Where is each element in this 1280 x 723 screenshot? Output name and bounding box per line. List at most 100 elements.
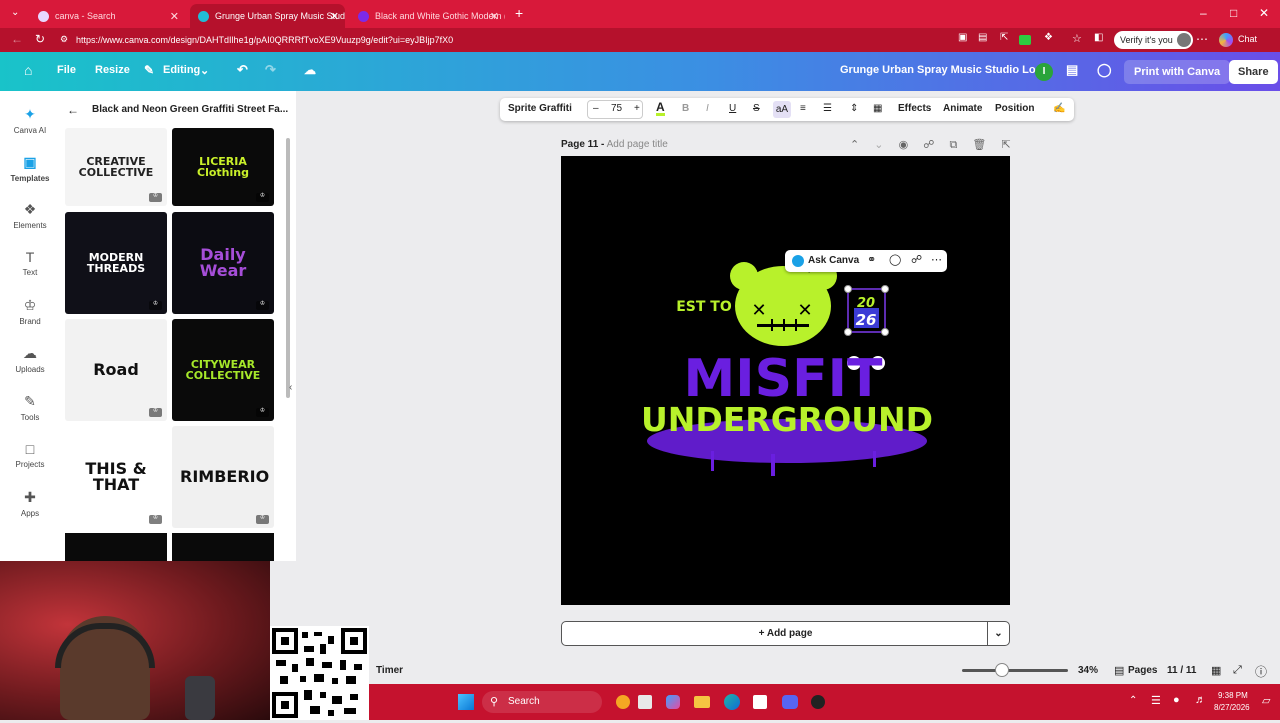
copy-style-icon[interactable]: ✍ [1053, 103, 1065, 114]
hide-page-icon[interactable]: ◉ [899, 139, 909, 151]
verify-profile-button[interactable]: Verify it's you [1114, 31, 1193, 49]
font-size-decrease[interactable]: – [593, 103, 599, 114]
clock-time[interactable]: 9:38 PM [1218, 691, 1248, 700]
rail-item-uploads[interactable]: ☁ Uploads [0, 345, 60, 374]
print-with-canva-button[interactable]: Print with Canva [1124, 60, 1231, 84]
tab-list-icon[interactable]: ⌄ [11, 7, 19, 18]
maximize-icon[interactable]: □ [1230, 6, 1237, 20]
undo-icon[interactable]: ↶ [237, 62, 248, 78]
strikethrough-icon[interactable]: S [753, 103, 760, 114]
lock-page-icon[interactable]: ☍ [923, 139, 934, 151]
panel-scrollbar[interactable] [286, 138, 290, 398]
add-page-icon[interactable]: ⇱ [1001, 139, 1010, 151]
ask-canva-button[interactable]: Ask Canva [808, 255, 859, 266]
close-tab-icon[interactable]: ✕ [490, 10, 499, 23]
app-icon-1[interactable] [616, 695, 630, 709]
copilot-taskbar-icon[interactable] [666, 695, 680, 709]
notifications-icon[interactable]: ▱ [1262, 694, 1270, 707]
align-center-icon[interactable]: ≡ [800, 103, 806, 114]
rail-item-elements[interactable]: ❖ Elements [0, 201, 60, 230]
duplicate-page-icon[interactable]: ⧉ [949, 139, 957, 151]
extension-green-icon[interactable] [1019, 35, 1031, 45]
spacing-icon[interactable]: ⇕ [850, 103, 858, 114]
lock-icon[interactable]: ☍ [911, 253, 922, 266]
file-menu[interactable]: File [57, 64, 76, 76]
rail-item-brand[interactable]: ♔ Brand [0, 297, 60, 326]
design-canvas[interactable]: ✕ ✕ EST TO 20 26 MISFIT UNDERGROUND Ask … [561, 156, 1010, 605]
taskbar-search[interactable]: ⚲ Search [482, 691, 602, 713]
redo-icon[interactable]: ↷ [265, 62, 276, 78]
browser-tab[interactable]: Black and White Gothic Modern (✕ [350, 4, 505, 28]
underline-icon[interactable]: U [729, 103, 736, 114]
rail-item-templates[interactable]: ▣ Templates [0, 154, 60, 183]
template-thumbnail[interactable]: RIMBERIO ♔ [172, 426, 274, 528]
store-icon[interactable] [753, 695, 767, 709]
discord-icon[interactable] [782, 695, 798, 709]
mic-icon[interactable]: ● [1173, 694, 1180, 706]
network-icon[interactable]: ☰ [1151, 694, 1161, 707]
animate-button[interactable]: Animate [943, 103, 982, 114]
copilot-icon[interactable] [1219, 33, 1233, 47]
rail-item-projects[interactable]: □ Projects [0, 441, 60, 469]
zoom-slider-knob[interactable] [995, 663, 1009, 677]
template-thumbnail[interactable]: CREATIVE COLLECTIVE ♔ [65, 128, 167, 206]
delete-page-icon[interactable]: 🗑 [972, 139, 986, 151]
share-page-icon[interactable]: ⇱ [1000, 32, 1008, 43]
rail-item-apps[interactable]: ✚ Apps [0, 489, 60, 518]
reader-icon[interactable]: ▤ [978, 32, 987, 43]
year-bottom-text[interactable]: 26 [856, 311, 877, 329]
pages-button[interactable]: Pages [1128, 665, 1157, 676]
close-tab-icon[interactable]: ✕ [170, 10, 179, 23]
grid-view-icon[interactable]: ▦ [1211, 664, 1221, 677]
timer-button[interactable]: Timer [376, 665, 403, 676]
year-top-text[interactable]: 20 [857, 296, 875, 311]
italic-icon[interactable]: I [706, 103, 709, 114]
reload-icon[interactable]: ↻ [35, 32, 45, 46]
position-button[interactable]: Position [995, 103, 1034, 114]
template-thumbnail[interactable]: THIS & THAT ♔ [65, 426, 167, 528]
edge-icon[interactable] [724, 694, 740, 710]
split-view-icon[interactable]: ◧ [1094, 32, 1103, 43]
user-avatar[interactable]: I [1035, 63, 1053, 81]
move-up-icon[interactable]: ⌃ [850, 139, 859, 151]
design-title[interactable]: Grunge Urban Spray Music Studio Logo [840, 64, 1049, 76]
help-icon[interactable]: ⓘ [1255, 663, 1267, 680]
extensions-puzzle-icon[interactable]: ❖ [1044, 32, 1053, 43]
insights-chart-icon[interactable]: ▤ [1066, 62, 1078, 78]
list-icon[interactable]: ☰ [823, 103, 832, 114]
template-thumbnail[interactable]: Daily Wear ♔ [172, 212, 274, 314]
browser-tab[interactable]: Grunge Urban Spray Music Studio Lo✕ [190, 4, 345, 28]
chat-label[interactable]: Chat [1238, 34, 1257, 44]
cloud-save-icon[interactable]: ☁ [304, 63, 316, 77]
add-page-button[interactable]: + Add page ⌄ [561, 621, 1010, 646]
bold-icon[interactable]: B [682, 103, 689, 114]
template-thumbnail[interactable]: CITYWEAR COLLECTIVE ♔ [172, 319, 274, 421]
home-icon[interactable]: ⌂ [24, 62, 32, 78]
effects-button[interactable]: Effects [898, 103, 931, 114]
new-tab-icon[interactable]: + [515, 5, 523, 21]
zoom-level[interactable]: 34% [1078, 665, 1098, 676]
close-window-icon[interactable]: ✕ [1259, 6, 1269, 20]
app-icon-3[interactable] [811, 695, 825, 709]
text-color-icon[interactable]: A [656, 101, 665, 116]
template-thumbnail[interactable]: Road ♔ [65, 319, 167, 421]
partial-thumb-left[interactable] [65, 533, 167, 561]
comment-icon[interactable]: ◯ [1097, 62, 1112, 78]
page-title-input[interactable]: Add page title [607, 139, 668, 150]
minimize-icon[interactable]: – [1200, 6, 1207, 20]
rail-item-tools[interactable]: ✎ Tools [0, 393, 60, 422]
file-explorer-icon[interactable] [694, 696, 710, 708]
share-button[interactable]: Share [1229, 60, 1278, 84]
fullscreen-icon[interactable]: ⤢ [1233, 664, 1242, 677]
windows-start-icon[interactable] [458, 694, 474, 710]
rail-item-text[interactable]: T Text [0, 249, 60, 277]
pages-icon[interactable]: ▤ [1114, 664, 1124, 677]
bookmark-star-icon[interactable]: ☆ [1072, 32, 1082, 45]
browser-menu-icon[interactable]: ⋯ [1196, 32, 1208, 46]
back-icon[interactable]: ← [11, 32, 23, 46]
resize-button[interactable]: Resize [95, 64, 130, 76]
more-options-icon[interactable]: ⋯ [931, 253, 942, 266]
app-icon-2[interactable] [638, 695, 652, 709]
rail-item-canva-ai[interactable]: ✦ Canva AI [0, 106, 60, 135]
add-page-chevron-icon[interactable]: ⌄ [987, 622, 1009, 645]
